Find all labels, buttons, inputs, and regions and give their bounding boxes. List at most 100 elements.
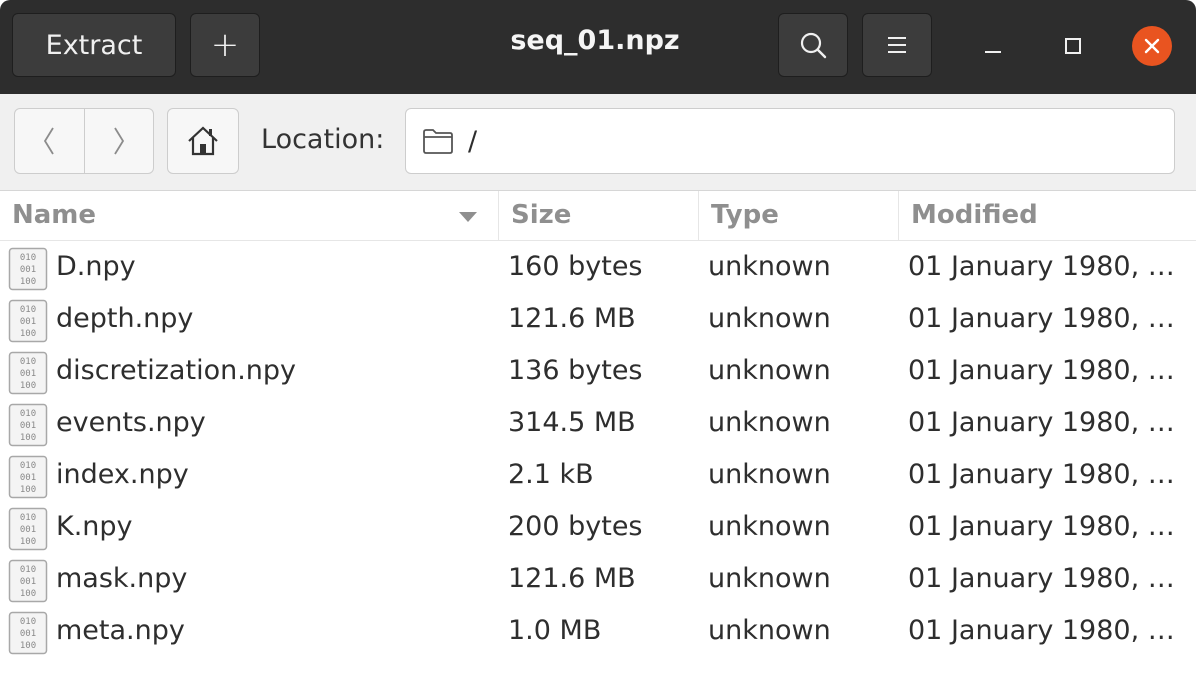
file-row[interactable]: 010 001 100 mask.npy 121.6 MB unknown 01 Ja… bbox=[0, 554, 1196, 606]
search-icon bbox=[800, 32, 827, 59]
file-row[interactable]: 010 001 100 D.npy 160 bytes unknown 01 Janu… bbox=[0, 242, 1196, 294]
home-button[interactable] bbox=[167, 108, 239, 174]
svg-text:001: 001 bbox=[20, 473, 36, 483]
menu-icon bbox=[888, 37, 906, 53]
file-name: index.npy bbox=[56, 459, 189, 490]
svg-text:010: 010 bbox=[20, 565, 36, 575]
svg-text:010: 010 bbox=[20, 617, 36, 627]
svg-text:001: 001 bbox=[20, 265, 36, 275]
svg-text:010: 010 bbox=[20, 513, 36, 523]
column-name-label: Name bbox=[12, 200, 97, 230]
file-size: 1.0 MB bbox=[508, 615, 602, 646]
svg-text:001: 001 bbox=[20, 629, 36, 639]
forward-icon bbox=[113, 127, 124, 155]
back-icon bbox=[44, 127, 55, 155]
forward-button[interactable] bbox=[83, 109, 154, 173]
file-modified: 01 January 1980, 0… bbox=[908, 615, 1182, 646]
column-headers: Name Size Type Modified bbox=[0, 191, 1196, 241]
file-type: unknown bbox=[708, 355, 831, 386]
window-title: seq_01.npz bbox=[510, 25, 680, 56]
close-button[interactable] bbox=[1132, 26, 1172, 66]
file-size: 2.1 kB bbox=[508, 459, 594, 490]
file-row[interactable]: 010 001 100 depth.npy 121.6 MB unknown 01 J… bbox=[0, 294, 1196, 346]
file-name: discretization.npy bbox=[56, 355, 297, 386]
column-modified-label: Modified bbox=[911, 200, 1038, 230]
file-size: 121.6 MB bbox=[508, 563, 636, 594]
file-name: depth.npy bbox=[56, 303, 194, 334]
file-row[interactable]: 010 001 100 K.npy 200 bytes unknown 01 Janu… bbox=[0, 502, 1196, 554]
svg-text:010: 010 bbox=[20, 253, 36, 263]
svg-text:010: 010 bbox=[20, 461, 36, 471]
file-name: D.npy bbox=[56, 251, 136, 282]
minimize-icon bbox=[985, 51, 1001, 53]
minimize-button[interactable] bbox=[973, 26, 1013, 66]
file-row[interactable]: 010 001 100 discretization.npy 136 bytes u… bbox=[0, 346, 1196, 398]
svg-text:001: 001 bbox=[20, 369, 36, 379]
file-size: 200 bytes bbox=[508, 511, 643, 542]
file-row[interactable]: 010 001 100 meta.npy 1.0 MB unknown 01 Janu… bbox=[0, 606, 1196, 658]
add-icon: + bbox=[210, 25, 240, 65]
maximize-icon bbox=[1065, 38, 1081, 54]
file-modified: 01 January 1980, 0… bbox=[908, 303, 1182, 334]
file-type: unknown bbox=[708, 407, 831, 438]
svg-text:100: 100 bbox=[20, 589, 36, 599]
file-size: 121.6 MB bbox=[508, 303, 636, 334]
file-modified: 01 January 1980, 0… bbox=[908, 407, 1182, 438]
svg-text:100: 100 bbox=[20, 485, 36, 495]
extract-button[interactable]: Extract bbox=[12, 13, 176, 77]
file-type: unknown bbox=[708, 251, 831, 282]
file-type: unknown bbox=[708, 303, 831, 334]
svg-text:010: 010 bbox=[20, 305, 36, 315]
file-type: unknown bbox=[708, 615, 831, 646]
file-name: K.npy bbox=[56, 511, 133, 542]
extract-button-label: Extract bbox=[45, 29, 143, 61]
svg-text:001: 001 bbox=[20, 421, 36, 431]
file-modified: 01 January 1980, 0… bbox=[908, 511, 1182, 542]
column-header-modified[interactable]: Modified bbox=[898, 191, 1196, 240]
file-size: 160 bytes bbox=[508, 251, 643, 282]
navigation-group bbox=[14, 108, 154, 174]
binary-file-icon: 010 001 100 bbox=[8, 403, 48, 454]
svg-text:010: 010 bbox=[20, 357, 36, 367]
maximize-button[interactable] bbox=[1053, 26, 1093, 66]
menu-button[interactable] bbox=[862, 13, 932, 77]
svg-text:100: 100 bbox=[20, 381, 36, 391]
add-files-button[interactable]: + bbox=[190, 13, 260, 77]
svg-text:100: 100 bbox=[20, 433, 36, 443]
back-button[interactable] bbox=[15, 109, 84, 173]
svg-text:100: 100 bbox=[20, 537, 36, 547]
column-type-label: Type bbox=[711, 200, 779, 230]
file-name: mask.npy bbox=[56, 563, 188, 594]
file-row[interactable]: 010 001 100 events.npy 314.5 MB unknown 01 … bbox=[0, 398, 1196, 450]
home-icon bbox=[188, 126, 218, 156]
column-header-type[interactable]: Type bbox=[698, 191, 898, 240]
file-type: unknown bbox=[708, 459, 831, 490]
svg-text:001: 001 bbox=[20, 577, 36, 587]
file-name: events.npy bbox=[56, 407, 206, 438]
svg-text:100: 100 bbox=[20, 277, 36, 287]
location-path: / bbox=[468, 125, 478, 157]
folder-icon bbox=[423, 129, 453, 154]
sort-descending-icon bbox=[459, 212, 477, 222]
column-header-size[interactable]: Size bbox=[498, 191, 698, 240]
binary-file-icon: 010 001 100 bbox=[8, 507, 48, 558]
location-field[interactable]: / bbox=[405, 108, 1175, 174]
file-modified: 01 January 1980, 0… bbox=[908, 563, 1182, 594]
header-bar: Extract + seq_01.npz bbox=[0, 0, 1196, 94]
binary-file-icon: 010 001 100 bbox=[8, 247, 48, 298]
binary-file-icon: 010 001 100 bbox=[8, 351, 48, 402]
column-size-label: Size bbox=[511, 200, 572, 230]
svg-text:001: 001 bbox=[20, 317, 36, 327]
binary-file-icon: 010 001 100 bbox=[8, 611, 48, 662]
file-row[interactable]: 010 001 100 index.npy 2.1 kB unknown 01 Jan… bbox=[0, 450, 1196, 502]
binary-file-icon: 010 001 100 bbox=[8, 299, 48, 350]
file-size: 136 bytes bbox=[508, 355, 643, 386]
search-button[interactable] bbox=[778, 13, 848, 77]
file-modified: 01 January 1980, 0… bbox=[908, 355, 1182, 386]
file-modified: 01 January 1980, 0… bbox=[908, 459, 1182, 490]
close-icon bbox=[1144, 38, 1160, 54]
svg-text:010: 010 bbox=[20, 409, 36, 419]
binary-file-icon: 010 001 100 bbox=[8, 559, 48, 610]
location-label: Location: bbox=[261, 124, 385, 155]
column-header-name[interactable]: Name bbox=[0, 191, 498, 240]
